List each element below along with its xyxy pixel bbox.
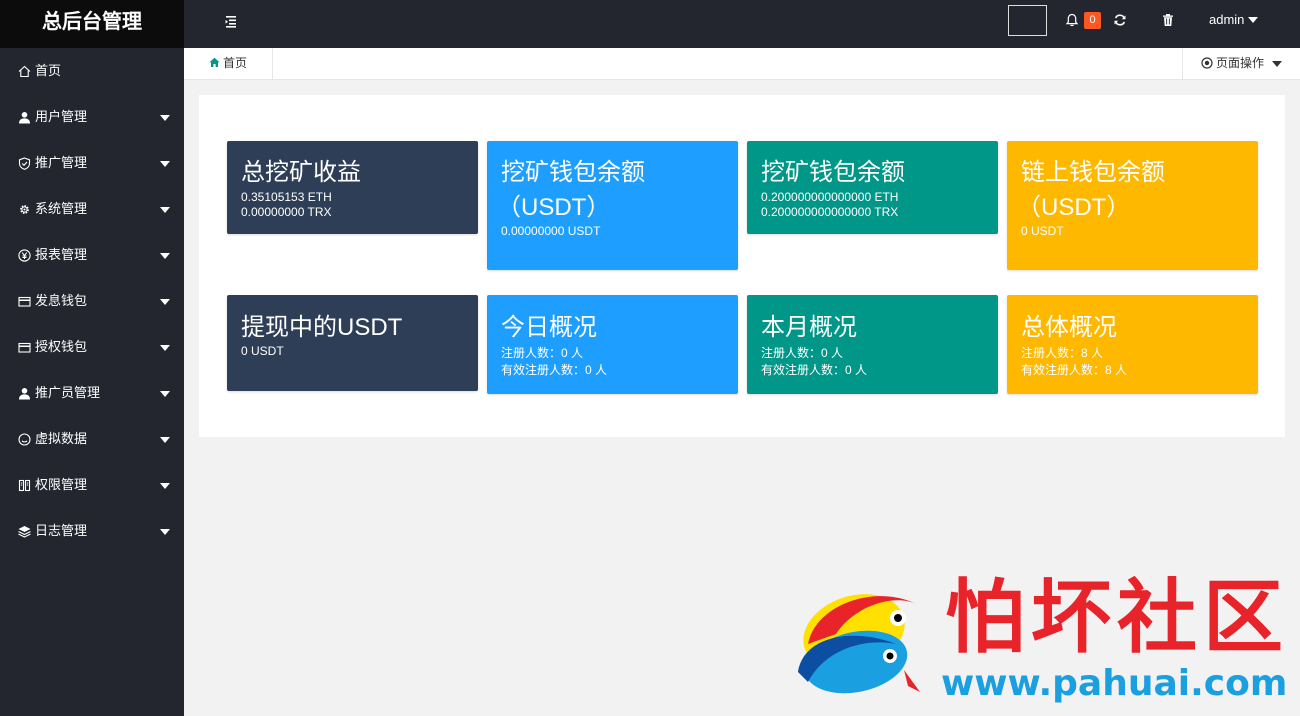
card-title: 本月概况 <box>761 314 857 341</box>
sidebar-item-virtual-data[interactable]: 虚拟数据 <box>0 416 184 462</box>
card-value: 0.00000000 TRX <box>241 205 332 219</box>
watermark-text: 怕坏社区 <box>945 570 1289 664</box>
sidebar-item-label: 权限管理 <box>35 477 88 492</box>
card-title: 挖矿钱包余额 <box>501 159 645 186</box>
user-menu[interactable]: admin <box>1209 12 1259 27</box>
card-value: 0 USDT <box>241 344 284 358</box>
wallet-icon <box>18 295 31 308</box>
card-today-overview: 今日概况 注册人数：0 人 有效注册人数：0 人 <box>487 295 738 394</box>
chevron-down-icon <box>160 391 170 397</box>
card-title: （USDT） <box>497 194 611 221</box>
smile-icon <box>18 433 31 446</box>
page-operations-dropdown[interactable]: 页面操作 <box>1182 48 1300 80</box>
watermark-fish-logo <box>786 574 931 704</box>
tab-home-label: 首页 <box>223 56 248 70</box>
chevron-down-icon <box>160 345 170 351</box>
watermark-url: www.pahuai.com <box>941 663 1288 704</box>
wallet-icon <box>18 341 31 354</box>
chevron-down-icon <box>160 299 170 305</box>
user-name: admin <box>1209 12 1245 27</box>
sidebar-item-label: 发息钱包 <box>35 293 88 308</box>
chevron-down-icon <box>160 437 170 443</box>
card-value: 0.200000000000000 TRX <box>761 205 899 219</box>
chevron-down-icon <box>160 161 170 167</box>
app-logo: 总后台管理 <box>0 0 184 48</box>
card-onchain-wallet-usdt: 链上钱包余额 （USDT） 0 USDT <box>1007 141 1258 270</box>
chevron-down-icon <box>160 115 170 121</box>
sidebar-item-label: 推广管理 <box>35 155 88 170</box>
card-title: 挖矿钱包余额 <box>761 159 905 186</box>
user-icon <box>18 387 31 400</box>
card-total-mining-revenue: 总挖矿收益 0.35105153 ETH 0.00000000 TRX <box>227 141 478 234</box>
user-icon <box>18 111 31 124</box>
card-value: 注册人数：0 人 <box>501 346 584 360</box>
sidebar-item-logs[interactable]: 日志管理 <box>0 508 184 554</box>
trash-icon[interactable] <box>1162 13 1174 27</box>
shield-icon <box>18 157 31 170</box>
chevron-down-icon <box>160 483 170 489</box>
card-title: （USDT） <box>1017 194 1131 221</box>
card-title: 总挖矿收益 <box>241 159 361 186</box>
sidebar: 首页 用户管理 推广管理 系统管理 报表管理 发息钱包 授权钱包 推广员管理 虚… <box>0 48 184 716</box>
card-value: 0.35105153 ETH <box>241 190 332 204</box>
sidebar-item-label: 日志管理 <box>35 523 88 538</box>
chevron-down-icon <box>160 529 170 535</box>
sidebar-item-promotion[interactable]: 推广管理 <box>0 140 184 186</box>
card-value: 注册人数：8 人 <box>1021 346 1104 360</box>
sidebar-item-home[interactable]: 首页 <box>0 48 184 94</box>
sidebar-item-system[interactable]: 系统管理 <box>0 186 184 232</box>
card-value: 有效注册人数：0 人 <box>761 363 868 377</box>
sidebar-item-users[interactable]: 用户管理 <box>0 94 184 140</box>
card-value: 0.00000000 USDT <box>501 224 601 238</box>
layers-icon <box>18 525 31 538</box>
tab-bar: 首页 页面操作 <box>184 48 1300 80</box>
home-icon <box>18 65 31 78</box>
tab-home[interactable]: 首页 <box>184 48 273 80</box>
yen-icon <box>18 249 31 262</box>
chevron-down-icon <box>160 253 170 259</box>
card-value: 0.200000000000000 ETH <box>761 190 899 204</box>
card-title: 提现中的USDT <box>241 314 403 341</box>
sidebar-item-auth-wallet[interactable]: 授权钱包 <box>0 324 184 370</box>
permission-icon <box>18 479 31 492</box>
sidebar-item-label: 用户管理 <box>35 109 88 124</box>
card-value: 有效注册人数：0 人 <box>501 363 608 377</box>
card-title: 今日概况 <box>501 314 597 341</box>
sidebar-item-interest-wallet[interactable]: 发息钱包 <box>0 278 184 324</box>
card-title: 总体概况 <box>1021 314 1117 341</box>
card-mining-wallet-balance: 挖矿钱包余额 0.200000000000000 ETH 0.200000000… <box>747 141 998 234</box>
gear-icon <box>18 203 31 216</box>
card-value: 0 USDT <box>1021 224 1064 238</box>
home-icon <box>209 57 220 68</box>
sidebar-item-permissions[interactable]: 权限管理 <box>0 462 184 508</box>
notification-badge: 0 <box>1084 12 1101 29</box>
card-mining-wallet-usdt: 挖矿钱包余额 （USDT） 0.00000000 USDT <box>487 141 738 270</box>
chevron-down-icon <box>1272 61 1282 67</box>
card-month-overview: 本月概况 注册人数：0 人 有效注册人数：0 人 <box>747 295 998 394</box>
sidebar-item-label: 授权钱包 <box>35 339 88 354</box>
top-box-button[interactable] <box>1008 5 1047 36</box>
sidebar-item-label: 推广员管理 <box>35 385 101 400</box>
sidebar-item-label: 系统管理 <box>35 201 88 216</box>
top-bar: 总后台管理 <box>0 0 1300 48</box>
refresh-icon[interactable] <box>1113 13 1127 27</box>
sidebar-item-promoters[interactable]: 推广员管理 <box>0 370 184 416</box>
card-title: 链上钱包余额 <box>1021 159 1165 186</box>
chevron-down-icon <box>160 207 170 213</box>
sidebar-item-reports[interactable]: 报表管理 <box>0 232 184 278</box>
card-withdrawing-usdt: 提现中的USDT 0 USDT <box>227 295 478 391</box>
card-value: 有效注册人数：8 人 <box>1021 363 1128 377</box>
card-value: 注册人数：0 人 <box>761 346 844 360</box>
card-total-overview: 总体概况 注册人数：8 人 有效注册人数：8 人 <box>1007 295 1258 394</box>
sidebar-item-label: 虚拟数据 <box>35 431 88 446</box>
chevron-down-icon <box>1248 16 1259 23</box>
page-operations-label: 页面操作 <box>1216 56 1265 70</box>
menu-toggle-icon[interactable] <box>222 12 240 30</box>
sidebar-item-label: 报表管理 <box>35 247 88 262</box>
bell-icon[interactable] <box>1065 13 1079 27</box>
target-icon <box>1201 57 1213 69</box>
sidebar-item-label: 首页 <box>35 63 62 78</box>
